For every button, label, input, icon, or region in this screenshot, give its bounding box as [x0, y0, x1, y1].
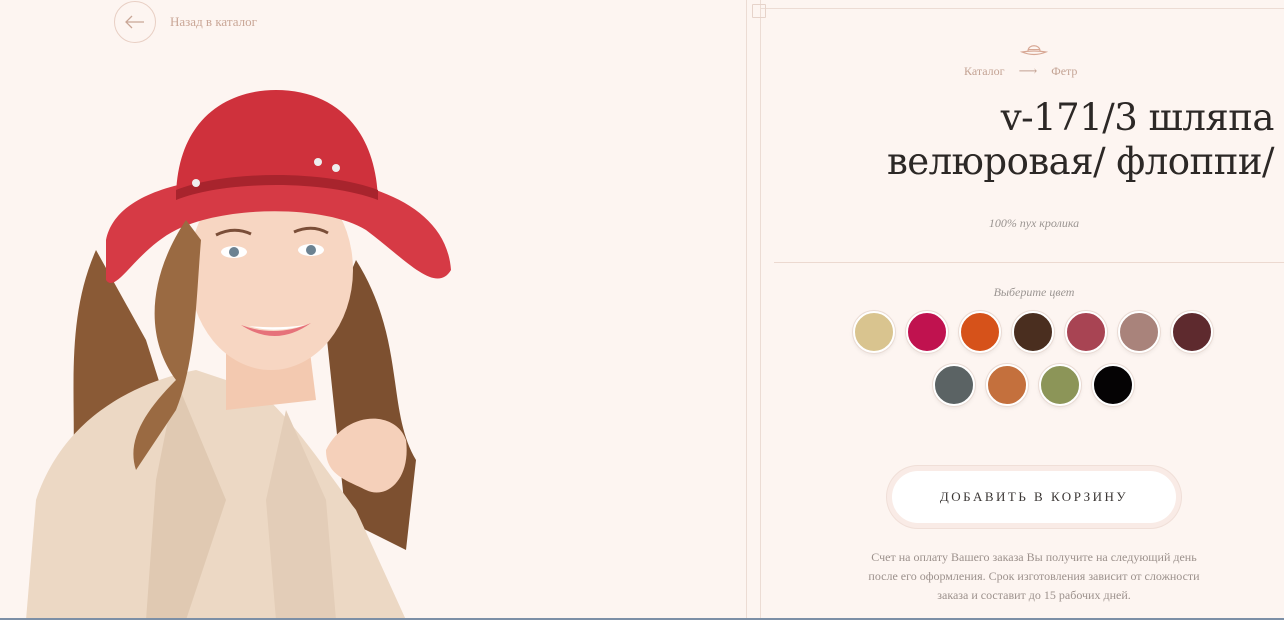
- breadcrumb: Каталог ⟶ Фетр: [964, 62, 1077, 80]
- panel-border-left: [746, 0, 747, 620]
- panel-border-inner: [760, 0, 761, 620]
- add-to-cart-button[interactable]: ДОБАВИТЬ В КОРЗИНУ: [892, 471, 1176, 523]
- hat-icon: [1020, 45, 1048, 56]
- color-swatch[interactable]: [853, 311, 895, 353]
- order-note: Счет на оплату Вашего заказа Вы получите…: [868, 550, 1200, 602]
- color-swatch[interactable]: [1171, 311, 1213, 353]
- color-swatch[interactable]: [1065, 311, 1107, 353]
- color-swatch[interactable]: [933, 364, 975, 406]
- color-picker-label: Выберите цвет: [993, 285, 1075, 299]
- breadcrumb-arrow-icon: ⟶: [1018, 63, 1038, 78]
- panel-border-top: [760, 8, 1284, 9]
- panel-corner-ornament: [752, 4, 766, 18]
- product-composition: 100% пух кролика: [988, 216, 1080, 230]
- color-swatch[interactable]: [1092, 364, 1134, 406]
- product-title: v-171/3 шляпа велюровая/ флоппи/: [886, 96, 1275, 183]
- color-swatch[interactable]: [1012, 311, 1054, 353]
- color-swatch[interactable]: [1118, 311, 1160, 353]
- color-swatch[interactable]: [986, 364, 1028, 406]
- product-photo: [26, 90, 451, 620]
- section-divider: [774, 262, 1284, 263]
- breadcrumb-catalog[interactable]: Каталог: [964, 64, 1005, 79]
- back-link-label[interactable]: Назад в каталог: [170, 14, 257, 30]
- color-swatch[interactable]: [906, 311, 948, 353]
- color-swatch[interactable]: [1039, 364, 1081, 406]
- back-arrow-icon[interactable]: [114, 1, 156, 43]
- back-to-catalog-link[interactable]: Назад в каталог: [114, 1, 257, 43]
- breadcrumb-felt[interactable]: Фетр: [1051, 64, 1077, 79]
- color-swatch[interactable]: [959, 311, 1001, 353]
